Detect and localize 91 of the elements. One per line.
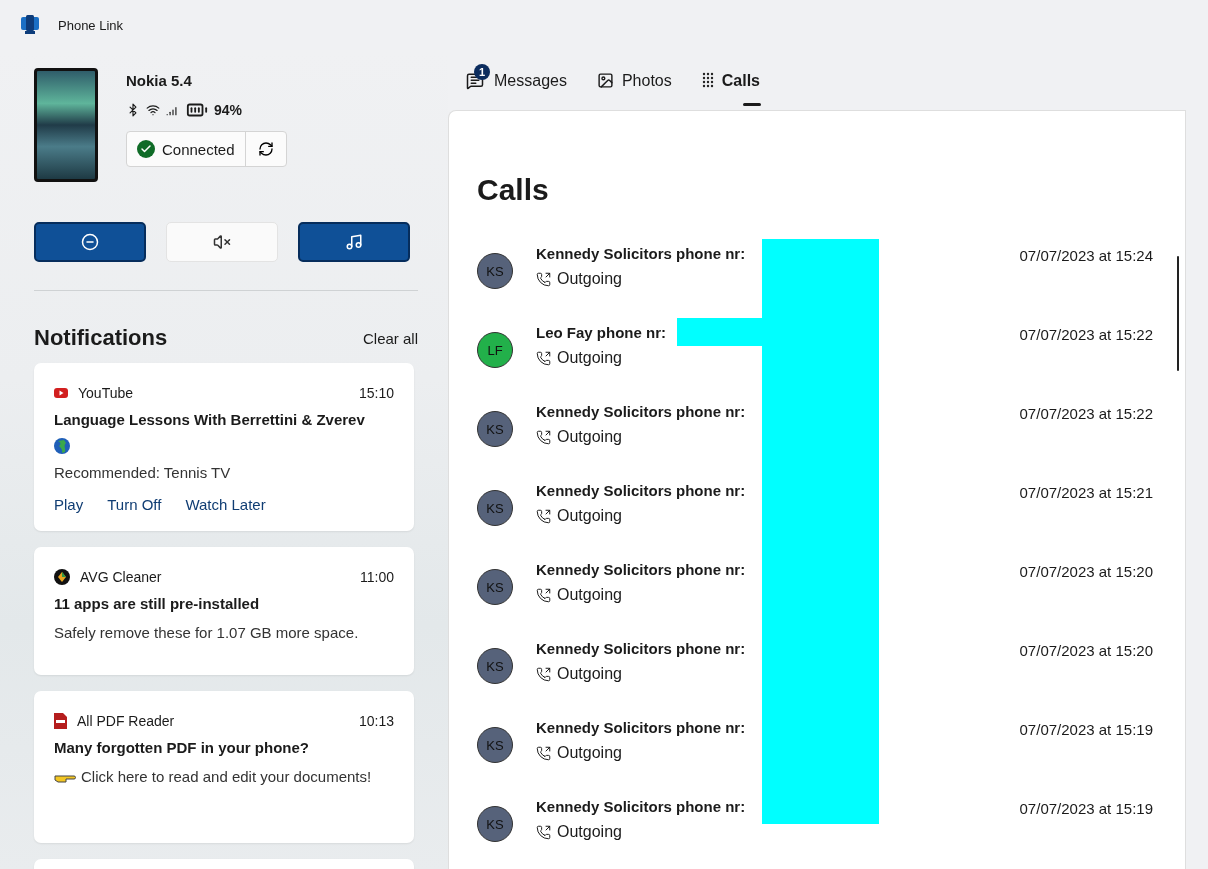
section-title: Notifications — [34, 325, 168, 351]
contact-avatar: KS — [477, 648, 513, 684]
tab[interactable]: Calls — [701, 68, 760, 108]
caller-name: Kennedy Solicitors phone nr: — [536, 403, 746, 420]
contact-avatar: KS — [477, 727, 513, 763]
outgoing-call-icon — [536, 745, 551, 761]
caller-name: Kennedy Solicitors phone nr: — [536, 561, 746, 578]
call-direction: Outgoing — [557, 665, 622, 683]
music-button[interactable] — [298, 222, 410, 262]
pdf-app-icon — [54, 713, 67, 729]
notification-time: 15:10 — [358, 385, 394, 401]
call-row[interactable]: KS Kennedy Solicitors phone nr: Outgoing 07/07/2023 at 15:19 — [477, 792, 1153, 869]
globe-icon — [54, 438, 70, 454]
call-row[interactable]: KS Kennedy Solicitors phone nr: Outgoing 07/07/2023 at 15:22 — [477, 397, 1153, 476]
outgoing-call-icon — [536, 666, 551, 682]
tab[interactable]: Photos — [596, 68, 672, 108]
keypad-icon — [701, 72, 714, 88]
caller-name: Kennedy Solicitors phone nr: — [536, 640, 746, 657]
call-row[interactable]: KS Kennedy Solicitors phone nr: Outgoing 07/07/2023 at 15:24 — [477, 239, 1153, 318]
notification-card[interactable]: YouTube 15:10 Language Lessons With Berrettini & Zverev Recommended: Tennis TV Play Turn Off Watch Later — [34, 363, 414, 531]
caller-name: Kennedy Solicitors phone nr: — [536, 482, 746, 499]
call-time: 07/07/2023 at 15:20 — [1019, 562, 1153, 582]
battery-level: 94% — [214, 102, 243, 118]
call-time: 07/07/2023 at 15:22 — [1019, 325, 1153, 345]
call-time: 07/07/2023 at 15:21 — [1019, 483, 1153, 503]
device-name: Nokia 5.4 — [126, 72, 193, 89]
contact-avatar: KS — [477, 569, 513, 605]
connected-button[interactable]: Connected — [127, 132, 246, 166]
contact-avatar: KS — [477, 253, 513, 289]
notification-card[interactable]: All PDF Reader 10:13 Many forgotten PDF in your phone? Click here to read and edit your documents! — [34, 691, 414, 843]
call-time: 07/07/2023 at 15:19 — [1019, 720, 1153, 740]
notification-title: 11 apps are still pre-installed — [54, 594, 261, 614]
notification-time: 10:13 — [358, 713, 394, 729]
app-name: YouTube — [78, 385, 134, 401]
wifi-icon — [146, 103, 160, 117]
call-row[interactable]: KS Kennedy Solicitors phone nr: Outgoing 07/07/2023 at 15:20 — [477, 555, 1153, 634]
call-direction: Outgoing — [557, 586, 622, 604]
call-row[interactable]: KS Kennedy Solicitors phone nr: Outgoing 07/07/2023 at 15:21 — [477, 476, 1153, 555]
page-title: Calls — [477, 173, 550, 207]
call-row[interactable]: KS Kennedy Solicitors phone nr: Outgoing 07/07/2023 at 15:19 — [477, 713, 1153, 792]
unread-badge: 1 — [474, 64, 490, 80]
outgoing-call-icon — [536, 508, 551, 524]
contact-avatar: KS — [477, 806, 513, 842]
caller-name: Kennedy Solicitors phone nr: — [536, 798, 746, 815]
notification-time: 11:00 — [360, 569, 394, 585]
caller-name: Kennedy Solicitors phone nr: — [536, 719, 746, 736]
notification-action[interactable]: Turn Off — [107, 496, 162, 513]
outgoing-call-icon — [536, 350, 551, 366]
contact-avatar: KS — [477, 490, 513, 526]
call-row[interactable]: LF Leo Fay phone nr: Outgoing 07/07/2023 at 15:22 — [477, 318, 1153, 397]
outgoing-call-icon — [536, 824, 551, 840]
call-time: 07/07/2023 at 15:22 — [1019, 404, 1153, 424]
call-direction: Outgoing — [557, 507, 622, 525]
notification-action[interactable]: Play — [54, 496, 84, 513]
refresh-icon — [257, 141, 274, 157]
notification-title: Many forgotten PDF in your phone? — [54, 738, 310, 758]
call-direction: Outgoing — [557, 744, 622, 762]
call-time: 07/07/2023 at 15:24 — [1019, 246, 1153, 266]
speaker-muted-icon — [213, 233, 231, 251]
notification-body: Safely remove these for 1.07 GB more space. — [54, 623, 360, 643]
cleaner-app-icon — [54, 569, 70, 585]
outgoing-call-icon — [536, 271, 551, 287]
photo-icon — [596, 72, 614, 89]
scrollbar-thumb[interactable] — [1177, 256, 1179, 371]
call-direction: Outgoing — [557, 428, 622, 446]
notification-action[interactable]: Watch Later — [185, 496, 266, 513]
contact-avatar: KS — [477, 411, 513, 447]
do-not-disturb-button[interactable] — [34, 222, 146, 262]
call-direction: Outgoing — [557, 270, 622, 288]
call-direction: Outgoing — [557, 823, 622, 841]
caller-name: Kennedy Solicitors phone nr: — [536, 245, 746, 262]
outgoing-call-icon — [536, 587, 551, 603]
outgoing-call-icon — [536, 429, 551, 445]
call-direction: Outgoing — [557, 349, 622, 367]
app-name: AVG Cleaner — [80, 569, 163, 585]
contact-avatar: LF — [477, 332, 513, 368]
app-logo-icon — [20, 15, 40, 35]
window-title: Phone Link — [58, 17, 124, 33]
call-row[interactable]: KS Kennedy Solicitors phone nr: Outgoing 07/07/2023 at 15:20 — [477, 634, 1153, 713]
notification-body: Recommended: Tennis TV — [54, 463, 232, 483]
clear-all-link[interactable]: Clear all — [362, 329, 418, 347]
caller-name: Leo Fay phone nr: — [536, 324, 666, 341]
app-name: All PDF Reader — [77, 713, 176, 729]
minus-circle-icon — [81, 233, 99, 251]
call-time: 07/07/2023 at 15:20 — [1019, 641, 1153, 661]
music-note-icon — [345, 233, 363, 251]
notification-body: Click here to read and edit your documents! — [54, 766, 394, 788]
call-time: 07/07/2023 at 15:19 — [1019, 799, 1153, 819]
video-app-icon — [54, 388, 68, 398]
notification-title: Language Lessons With Berrettini & Zverev — [54, 410, 366, 430]
notification-card[interactable]: AVG Cleaner 11:00 11 apps are still pre-installed Safely remove these for 1.07 GB more space. — [34, 547, 414, 675]
